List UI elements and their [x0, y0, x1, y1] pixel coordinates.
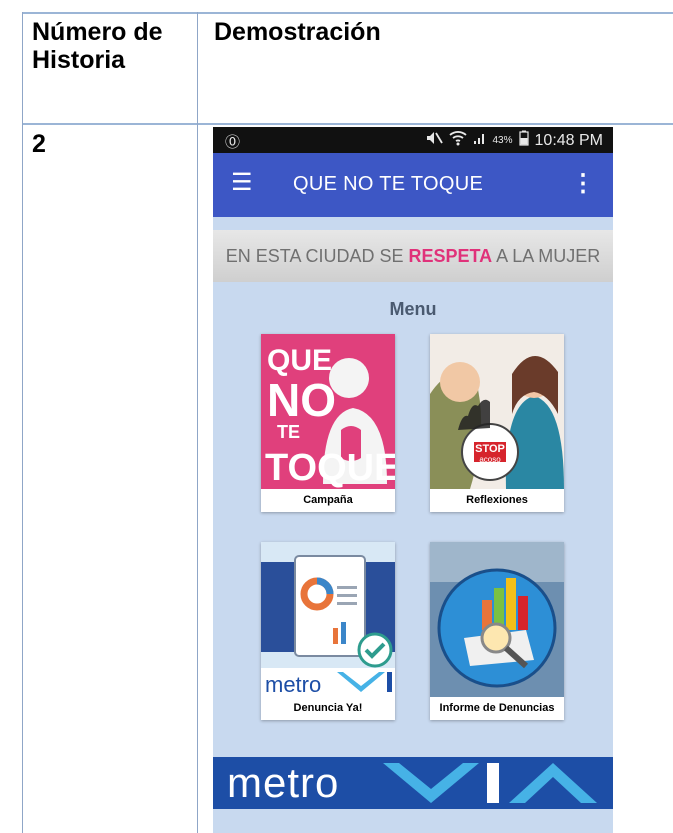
- denuncia-illustration: metro: [261, 542, 395, 697]
- status-time: 10:48 PM: [534, 131, 603, 149]
- hamburger-icon[interactable]: ☰: [231, 171, 253, 195]
- reflexiones-illustration: STOP acoso: [430, 334, 564, 489]
- status-bar: ⓪ 43% 10:48 PM: [213, 127, 613, 153]
- logo-line-te: TE: [277, 422, 300, 442]
- table-left-border: [22, 12, 23, 833]
- header-demostracion: Demostración: [214, 18, 381, 46]
- tile-campana[interactable]: QUE NO TE TOQUE Campaña: [261, 334, 395, 512]
- shield-icon: ⓪: [225, 134, 241, 151]
- tile-reflexiones[interactable]: STOP acoso Reflexiones: [430, 334, 564, 512]
- logo-line-que: QUE: [267, 344, 332, 377]
- acoso-text: acoso: [479, 455, 501, 464]
- campaign-logo: QUE NO TE TOQUE: [261, 334, 395, 489]
- header-numero-historia: Número de Historia: [32, 18, 163, 74]
- banner-text-pre: EN ESTA CIUDAD SE: [225, 246, 409, 266]
- app-bar: ☰ QUE NO TE TOQUE ⋮: [213, 153, 613, 217]
- battery-percent: 43%: [492, 135, 513, 146]
- battery-icon: [518, 130, 529, 151]
- app-screenshot: ⓪ 43% 10:48 PM ☰ QUE NO TE TOQUE ⋮ EN ES…: [213, 127, 613, 833]
- tile-caption: Denuncia Ya!: [293, 702, 363, 714]
- wifi-icon: [448, 130, 467, 151]
- mute-icon: [425, 130, 443, 151]
- tile-caption: Reflexiones: [466, 494, 528, 506]
- tile-informe-denuncias[interactable]: Informe de Denuncias: [430, 542, 564, 720]
- table-header-divider: [22, 123, 673, 125]
- more-vert-icon[interactable]: ⋮: [571, 169, 595, 198]
- logo-line-no: NO: [267, 374, 336, 426]
- signal-icon: [473, 131, 487, 150]
- story-number: 2: [32, 130, 46, 158]
- logo-line-toque: TOQUE: [265, 447, 395, 489]
- tile-caption: Campaña: [303, 494, 353, 506]
- app-title: QUE NO TE TOQUE: [293, 173, 484, 195]
- tile-caption: Informe de Denuncias: [439, 702, 555, 714]
- informe-illustration: [430, 542, 564, 697]
- metro-brand-large: metro: [227, 759, 340, 806]
- metro-brand-small: metro: [265, 672, 321, 697]
- status-icons: 43% 10:48 PM: [425, 130, 603, 151]
- stop-text: STOP: [475, 443, 505, 455]
- table-column-divider: [197, 12, 198, 833]
- banner-text-post: A LA MUJER: [492, 246, 601, 266]
- metrovia-footer-logo: metro: [213, 757, 613, 809]
- tile-denuncia-ya[interactable]: metro Denuncia Ya!: [261, 542, 395, 720]
- via-logo-mark: [383, 763, 597, 803]
- slogan-banner: EN ESTA CIUDAD SE RESPETA A LA MUJER: [213, 230, 613, 282]
- banner-text-highlight: RESPETA: [408, 246, 493, 266]
- menu-heading: Menu: [389, 299, 437, 319]
- table-top-border: [22, 12, 673, 14]
